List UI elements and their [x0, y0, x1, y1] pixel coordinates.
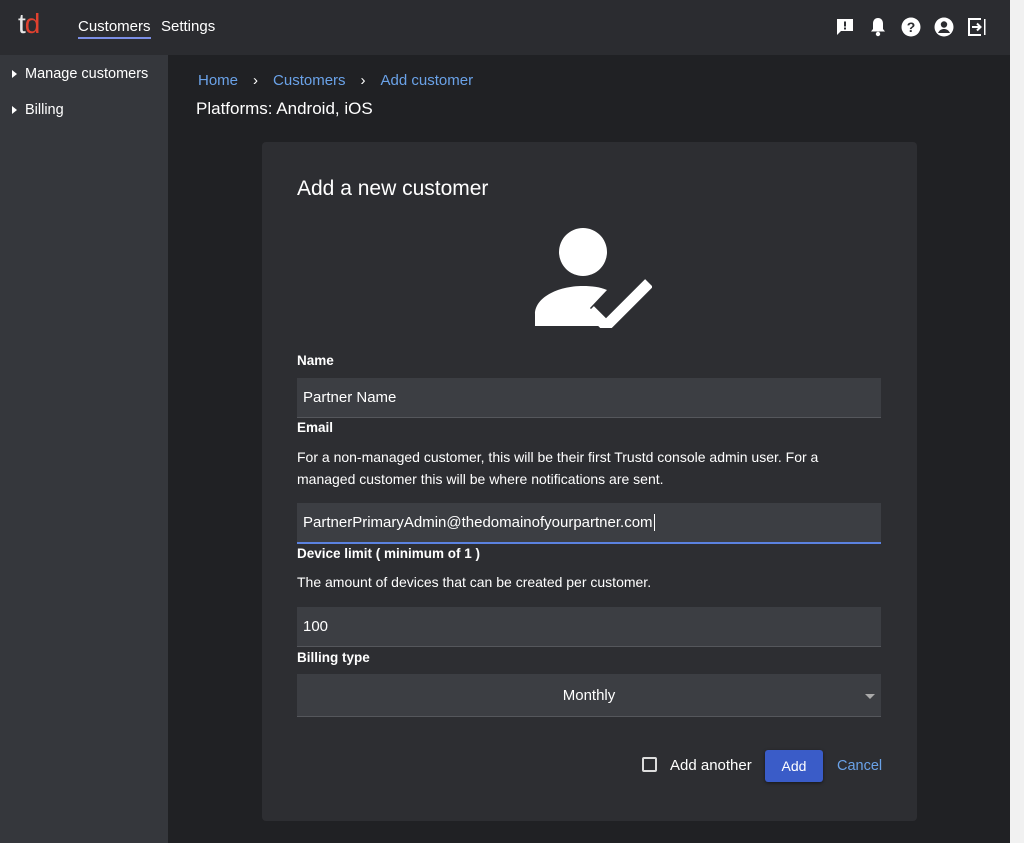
top-bar: td Customers Settings ? — [0, 0, 1010, 55]
nav-settings[interactable]: Settings — [161, 18, 215, 35]
breadcrumb-customers[interactable]: Customers — [273, 72, 346, 89]
email-label: Email — [297, 420, 334, 435]
device-limit-field[interactable]: 100 — [297, 607, 881, 647]
caret-right-icon — [12, 106, 17, 114]
device-limit-help-text: The amount of devices that can be create… — [297, 574, 652, 590]
sidebar-item-billing[interactable]: Billing — [12, 102, 64, 118]
name-field[interactable]: Partner Name — [297, 378, 881, 418]
billing-type-label: Billing type — [297, 650, 370, 665]
email-field-value: PartnerPrimaryAdmin@thedomainofyourpartn… — [303, 514, 653, 531]
logo[interactable]: td — [18, 8, 41, 40]
nav-customers[interactable]: Customers — [78, 18, 151, 39]
breadcrumb-separator: › — [253, 72, 259, 89]
email-field[interactable]: PartnerPrimaryAdmin@thedomainofyourpartn… — [297, 503, 881, 544]
help-icon[interactable]: ? — [900, 16, 922, 38]
name-label: Name — [297, 353, 334, 368]
logo-text-d: d — [24, 8, 41, 39]
cancel-button[interactable]: Cancel — [837, 758, 882, 774]
email-help-text: For a non-managed customer, this will be… — [297, 449, 819, 487]
bell-icon[interactable] — [867, 16, 889, 38]
add-another-label[interactable]: Add another — [670, 757, 752, 774]
sidebar: Manage customers Billing — [0, 55, 168, 843]
platforms-text: Platforms: Android, iOS — [196, 99, 373, 118]
text-cursor — [653, 514, 655, 531]
breadcrumb-home[interactable]: Home — [198, 72, 238, 89]
logout-icon[interactable] — [966, 16, 988, 38]
svg-text:?: ? — [907, 19, 916, 35]
page-title: Add a new customer — [297, 177, 489, 200]
breadcrumb-add-customer[interactable]: Add customer — [381, 72, 474, 89]
account-icon[interactable] — [933, 16, 955, 38]
sidebar-item-manage-customers[interactable]: Manage customers — [12, 66, 148, 82]
add-button[interactable]: Add — [765, 750, 823, 782]
caret-right-icon — [12, 70, 17, 78]
breadcrumb: Home › Customers › Add customer — [198, 72, 473, 89]
sidebar-item-label: Billing — [25, 102, 64, 118]
name-field-value: Partner Name — [303, 389, 397, 406]
add-another-checkbox[interactable] — [642, 757, 657, 772]
breadcrumb-separator: › — [360, 72, 366, 89]
device-limit-field-value: 100 — [303, 618, 329, 635]
logo-text-t: t — [18, 8, 26, 39]
billing-type-select[interactable]: Monthly — [297, 674, 881, 717]
scrollbar[interactable] — [1010, 0, 1024, 843]
device-limit-label: Device limit ( minimum of 1 ) — [297, 546, 481, 561]
feedback-icon[interactable] — [834, 16, 856, 38]
sidebar-item-label: Manage customers — [25, 66, 149, 82]
billing-type-value: Monthly — [562, 686, 616, 704]
dropdown-arrow-icon — [865, 694, 875, 699]
user-check-icon — [532, 226, 653, 334]
